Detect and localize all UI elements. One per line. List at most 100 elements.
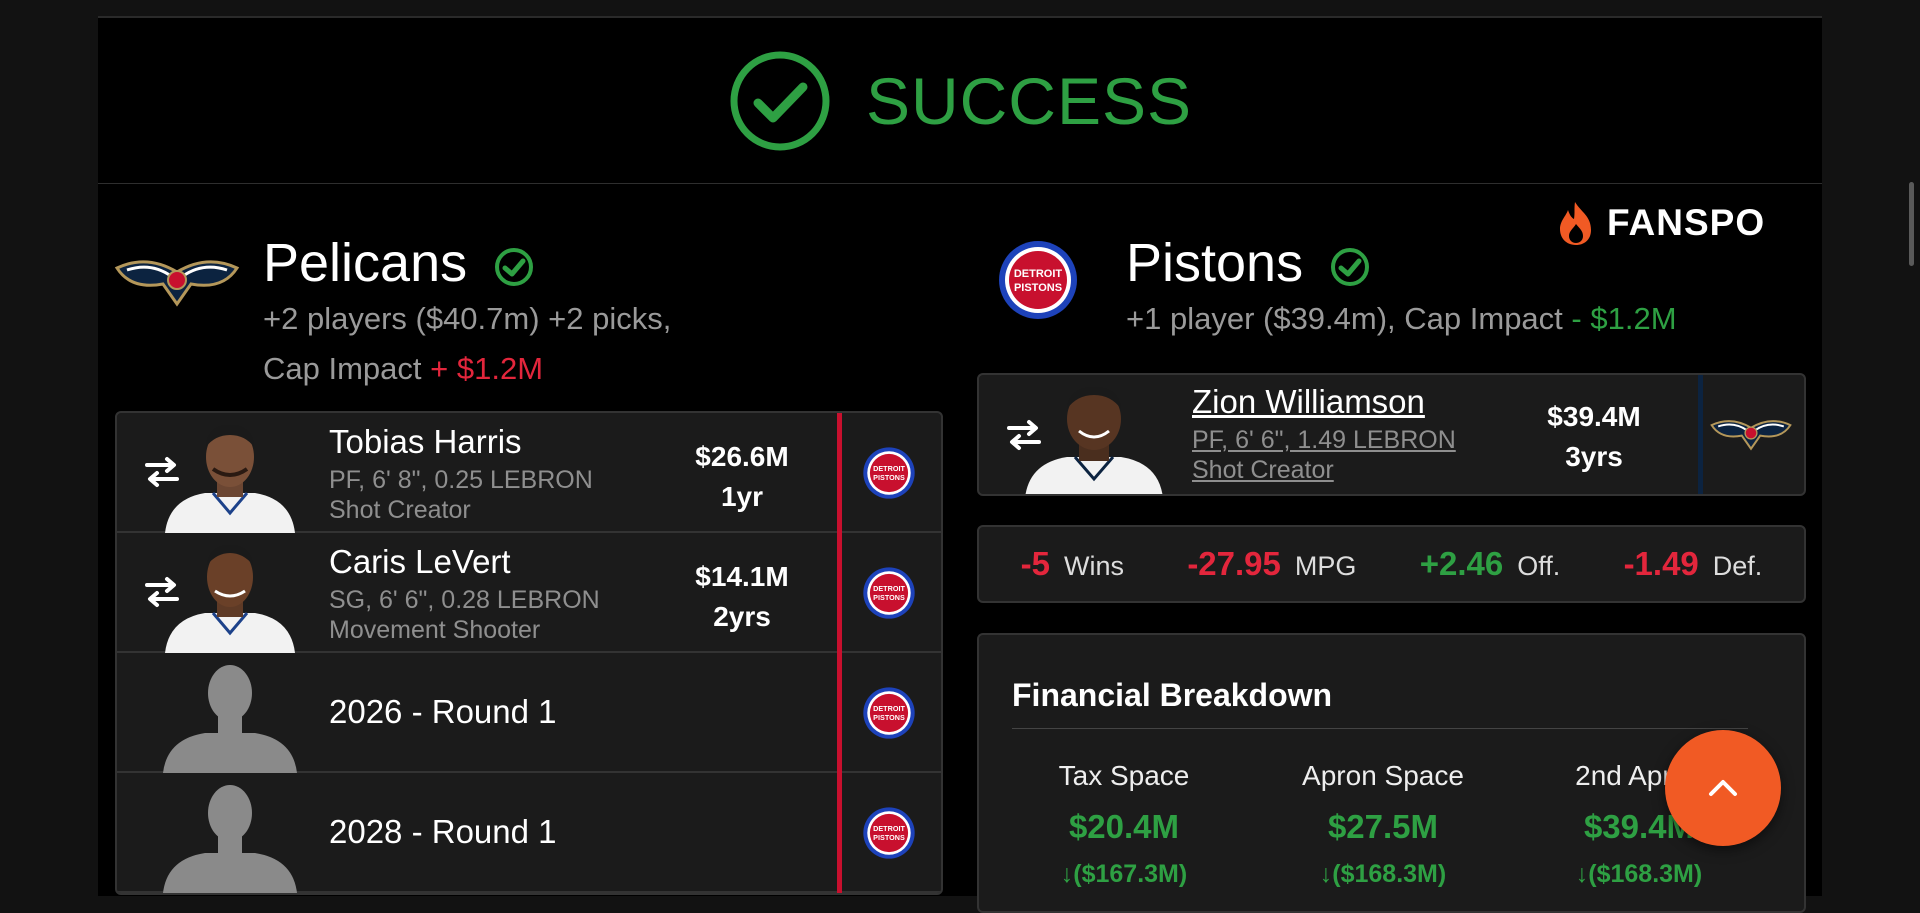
pistons-summary: +1 player ($39.4m), Cap Impact - $1.2M [1126,294,1677,344]
fin-delta-value: ($168.3M) [1588,860,1703,888]
fin-label: Apron Space [1302,760,1464,791]
player-name[interactable]: Tobias Harris [329,423,522,461]
player-bio: SG, 6' 6", 0.28 LEBRON [329,586,600,614]
team-color-bar [837,413,842,533]
svg-text:PISTONS: PISTONS [873,833,905,842]
years: 3yrs [1565,441,1623,472]
player-silhouette-icon [163,665,297,773]
pistons-summary-text: +1 player ($39.4m), Cap Impact [1126,301,1563,336]
pistons-logo: DETROIT PISTONS [999,241,1077,319]
scrollbar-thumb[interactable] [1909,182,1914,266]
pelicans-logo [1710,420,1792,451]
player-archetype: Movement Shooter [329,616,541,644]
player-meta: PF, 6' 8", 0.25 LEBRON Shot Creator [329,465,593,525]
asset-row-pick-2026[interactable]: 2026 - Round 1 DETROIT PISTONS [117,653,941,773]
impact-off: +2.46 Off. [1420,545,1561,583]
success-label: SUCCESS [865,63,1193,138]
svg-text:DETROIT: DETROIT [873,464,905,473]
impact-label: MPG [1294,551,1357,581]
team-color-bar [837,773,842,893]
pelicans-summary-line: +2 players ($40.7m) +2 picks, [263,301,672,336]
asset-row-caris-levert[interactable]: Caris LeVert SG, 6' 6", 0.28 LEBRON Move… [117,533,941,653]
pelicans-summary: +2 players ($40.7m) +2 picks, Cap Impact… [263,294,671,394]
years: 1yr [720,481,764,512]
fin-delta-value: ($168.3M) [1332,860,1447,888]
svg-text:PISTONS: PISTONS [873,713,905,722]
asset-row-pick-2028[interactable]: 2028 - Round 1 DETROIT PISTONS [117,773,941,893]
svg-text:PISTONS: PISTONS [873,473,905,482]
pelicans-logo [114,260,240,307]
svg-text:DETROIT: DETROIT [873,824,905,833]
success-banner: SUCCESS [98,18,1822,184]
player-silhouette-icon [163,785,297,893]
impact-wins: -5 Wins [1021,545,1124,583]
player-bio: PF, 6' 8", 0.25 LEBRON [329,466,593,494]
draft-pick-label: 2028 - Round 1 [329,813,557,850]
team-color-bar [837,653,842,773]
fin-delta-value: ($167.3M) [1073,860,1188,888]
team-color-bar [837,533,842,653]
player-archetype: Shot Creator [329,496,471,524]
check-circle-icon [730,51,830,150]
player-name-link[interactable]: Zion Williamson [1192,383,1425,421]
player-archetype[interactable]: Shot Creator [1192,455,1456,485]
impact-stats: -5 Wins -27.95 MPG +2.46 Off. -1.49 Def. [977,525,1806,603]
player-meta: SG, 6' 6", 0.28 LEBRON Movement Shooter [329,585,600,645]
pelicans-incoming-assets: Tobias Harris PF, 6' 8", 0.25 LEBRON Sho… [115,411,943,895]
pistons-logo: DETROIT PISTONS [863,687,915,739]
impact-value: -1.49 [1623,545,1699,582]
fin-delta: ↓($167.3M) [999,860,1249,889]
pelicans-title: Pelicans [263,232,534,294]
cap-impact-label: Cap Impact [263,351,422,386]
contract: $39.4M 3yrs [1519,397,1669,477]
svg-text:PISTONS: PISTONS [873,593,905,602]
team-color-bar [1698,375,1703,494]
verified-check-icon [495,247,534,286]
cap-impact-value: - $1.2M [1571,301,1677,336]
svg-text:DETROIT: DETROIT [873,584,905,593]
fin-value: $27.5M [1327,808,1439,845]
asset-row-zion-williamson[interactable]: Zion Williamson PF, 6' 6", 1.49 LEBRON S… [977,373,1806,496]
impact-mpg: -27.95 MPG [1187,545,1356,583]
pelicans-cap-line: Cap Impact + $1.2M [263,344,671,394]
impact-label: Wins [1064,551,1124,581]
player-headshot [165,545,295,653]
player-headshot [1025,387,1163,494]
fin-delta: ↓($168.3M) [1514,860,1764,889]
player-name[interactable]: Caris LeVert [329,543,511,581]
pistons-logo: DETROIT PISTONS [863,447,915,499]
player-meta[interactable]: PF, 6' 6", 1.49 LEBRON Shot Creator [1192,425,1456,485]
player-bio[interactable]: PF, 6' 6", 1.49 LEBRON [1192,425,1456,455]
arrow-down-icon: ↓ [1060,860,1074,888]
salary: $14.1M [695,561,789,592]
divider [1012,728,1748,729]
fanspo-wordmark: FANSPO [1607,202,1766,243]
salary: $39.4M [1547,401,1641,432]
draft-pick-label: 2026 - Round 1 [329,693,557,730]
arrow-down-icon: ↓ [1575,860,1589,888]
fanspo-flame-icon [1560,202,1591,245]
verified-check-icon [1331,247,1370,286]
impact-def: -1.49 Def. [1624,545,1763,583]
impact-label: Def. [1712,551,1763,581]
impact-label: Off. [1517,551,1561,581]
pistons-logo: DETROIT PISTONS [863,807,915,859]
apron-space-column: Apron Space $27.5M ↓($168.3M) [1258,760,1508,889]
chevron-up-icon [1709,780,1737,796]
years: 2yrs [713,601,771,632]
salary: $26.6M [695,441,789,472]
impact-value: -5 [1020,545,1050,582]
contract: $14.1M 2yrs [667,557,817,637]
contract: $26.6M 1yr [667,437,817,517]
financial-breakdown-title: Financial Breakdown [1012,677,1333,713]
asset-row-tobias-harris[interactable]: Tobias Harris PF, 6' 8", 0.25 LEBRON Sho… [117,413,941,533]
svg-text:DETROIT: DETROIT [873,704,905,713]
scroll-to-top-button[interactable] [1665,730,1781,846]
fanspo-logo[interactable]: FANSPO [1555,200,1765,246]
impact-value: +2.46 [1419,545,1504,582]
player-headshot [165,425,295,533]
team-right-name: Pistons [1126,233,1304,293]
impact-value: -27.95 [1187,545,1281,582]
cap-impact-value: + $1.2M [430,351,544,386]
svg-text:DETROIT: DETROIT [1014,268,1063,280]
